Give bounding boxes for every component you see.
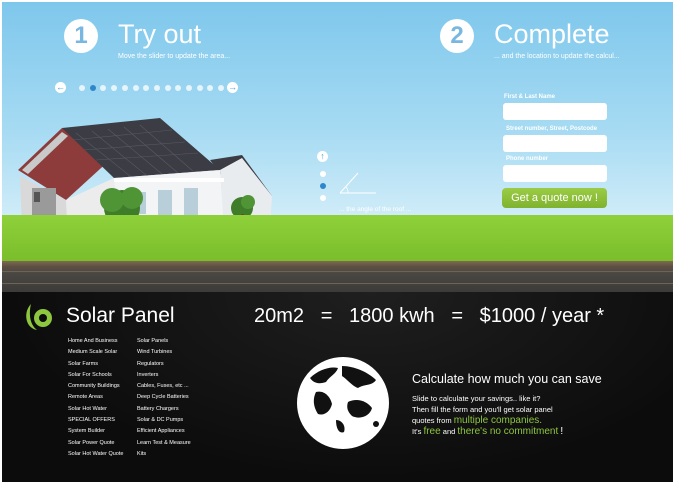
slider-dot[interactable] bbox=[186, 85, 192, 91]
links-left-column: Home And Business Medium Scale Solar Solar… bbox=[68, 338, 123, 462]
footer-link[interactable]: SPECIAL OFFERS bbox=[68, 417, 123, 428]
roof-angle-dot[interactable] bbox=[320, 195, 326, 201]
step-2-number: 2 bbox=[440, 19, 474, 53]
name-input[interactable] bbox=[503, 103, 607, 120]
slider-dot[interactable] bbox=[121, 85, 128, 91]
footer-link[interactable]: Solar For Schools bbox=[68, 372, 123, 383]
left-arrow-icon[interactable]: ← bbox=[55, 82, 66, 93]
phone-label: Phone number bbox=[506, 156, 549, 162]
calc-description: Slide to calculate your savings.. like i… bbox=[412, 393, 652, 437]
footer-link[interactable]: Wind Turbines bbox=[137, 349, 191, 360]
grass-strip bbox=[2, 215, 673, 263]
footer-link[interactable]: Home And Business bbox=[68, 338, 123, 349]
calc-line-3: quotes from multiple companies. bbox=[412, 415, 652, 426]
calc-line-3-prefix: quotes from bbox=[412, 416, 452, 425]
name-label: First & Last Name bbox=[504, 94, 556, 100]
up-arrow-icon[interactable]: ↑ bbox=[317, 151, 328, 162]
footer-link[interactable]: Solar Power Quote bbox=[68, 440, 123, 451]
step-1-title: Try out bbox=[118, 19, 202, 49]
slider-dot[interactable] bbox=[164, 85, 171, 91]
road-strip bbox=[2, 261, 673, 292]
right-arrow-icon[interactable]: → bbox=[227, 82, 238, 93]
slider-dot[interactable] bbox=[175, 85, 182, 91]
footer-link[interactable]: Inverters bbox=[137, 372, 191, 383]
page-frame: 1 Try out Move the slider to update the … bbox=[2, 2, 673, 482]
footer-link[interactable]: Efficient Appliances bbox=[137, 428, 191, 439]
roof-angle-icon bbox=[339, 172, 376, 194]
step-2-title: Complete bbox=[494, 19, 610, 49]
step-1-number: 1 bbox=[64, 19, 98, 53]
slider-dot[interactable] bbox=[132, 85, 139, 91]
footer-link[interactable]: Learn Test & Measure bbox=[137, 440, 191, 451]
address-input[interactable] bbox=[503, 135, 607, 152]
calc-line-4: It's free and there's no commitment ! bbox=[412, 426, 652, 437]
roof-angle-dot[interactable] bbox=[320, 171, 326, 177]
footer-link[interactable]: Remote Areas bbox=[68, 394, 123, 405]
savings-equation: 20m2 = 1800 kwh = $1000 / year * bbox=[254, 305, 605, 327]
address-label: Street number, Street, Postcode bbox=[506, 126, 598, 132]
slider-dot[interactable] bbox=[143, 85, 150, 91]
calc-heading: Calculate how much you can save bbox=[412, 372, 602, 386]
slider-dot[interactable] bbox=[153, 85, 160, 91]
slider-dot[interactable] bbox=[207, 85, 214, 91]
phone-input[interactable] bbox=[503, 165, 607, 182]
footer-link[interactable]: Medium Scale Solar bbox=[68, 349, 123, 360]
calc-line-2: Then fill the form and you'll get solar … bbox=[412, 405, 553, 414]
footer-link[interactable]: Battery Chargers bbox=[137, 406, 191, 417]
calc-line-4-and: and bbox=[442, 427, 456, 436]
slider-dot[interactable] bbox=[196, 85, 203, 91]
get-quote-button[interactable]: Get a quote now ! bbox=[502, 188, 607, 208]
footer-link[interactable]: Community Buildings bbox=[68, 383, 123, 394]
roof-angle-label: ... the angle of the roof ... bbox=[339, 206, 412, 213]
footer-link[interactable]: Solar & DC Pumps bbox=[137, 417, 191, 428]
no-commitment-highlight: there's no commitment bbox=[457, 426, 559, 437]
footer-link[interactable]: Solar Farms bbox=[68, 361, 123, 372]
footer-link[interactable]: Kits bbox=[137, 451, 191, 462]
footer-link[interactable]: Cables, Fuses, etc ... bbox=[137, 383, 191, 394]
slider-dot[interactable] bbox=[218, 85, 225, 91]
footer-link[interactable]: Solar Hot Water Quote bbox=[68, 451, 123, 462]
slider-dot[interactable] bbox=[111, 85, 118, 91]
calc-line-1: Slide to calculate your savings.. like i… bbox=[412, 394, 541, 403]
footer-link[interactable]: Solar Hot Water bbox=[68, 406, 123, 417]
links-right-column: Solar Panels Wind Turbines Regulators Inver… bbox=[137, 338, 191, 462]
footer-link[interactable]: Regulators bbox=[137, 361, 191, 372]
brand-name: Solar Panel bbox=[66, 304, 175, 327]
roof-angle-dot[interactable] bbox=[320, 183, 326, 189]
step-1-subtitle: Move the slider to update the area... bbox=[118, 53, 231, 60]
footer-link[interactable]: System Builder bbox=[68, 428, 123, 439]
footer-link[interactable]: Deep Cycle Batteries bbox=[137, 394, 191, 405]
calculator-hero: 1 Try out Move the slider to update the … bbox=[2, 2, 673, 292]
free-highlight: free bbox=[423, 426, 441, 437]
leaf-logo-icon[interactable] bbox=[23, 300, 57, 334]
footer-link[interactable]: Solar Panels bbox=[137, 338, 191, 349]
footer-panel: Solar Panel 20m2 = 1800 kwh = $1000 / ye… bbox=[2, 292, 673, 482]
calc-line-4-suffix: ! bbox=[560, 426, 564, 437]
slider-dot[interactable] bbox=[100, 85, 107, 91]
calc-line-4-prefix: It's bbox=[412, 427, 422, 436]
slider-dot[interactable] bbox=[79, 85, 85, 91]
multiple-companies-highlight: multiple companies. bbox=[453, 415, 543, 426]
step-2-subtitle: ... and the location to update the calcu… bbox=[494, 53, 620, 60]
globe-icon bbox=[297, 357, 389, 449]
slider-dot[interactable] bbox=[89, 85, 96, 91]
